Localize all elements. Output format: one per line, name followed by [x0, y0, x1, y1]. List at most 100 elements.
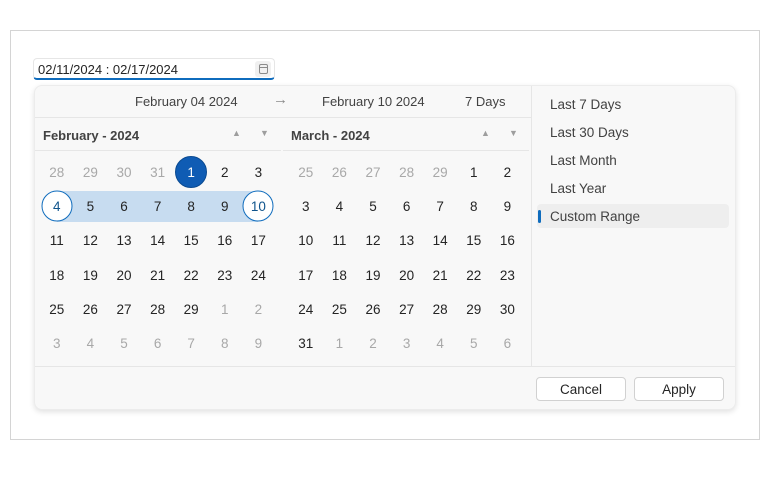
- day-cell[interactable]: 26: [323, 155, 357, 189]
- day-cell[interactable]: 17: [242, 224, 276, 258]
- day-cell[interactable]: 28: [423, 292, 457, 326]
- day-cell[interactable]: 6: [141, 326, 175, 360]
- day-cell[interactable]: 28: [390, 155, 424, 189]
- day-cell[interactable]: 12: [74, 224, 108, 258]
- day-cell[interactable]: 1: [323, 326, 357, 360]
- day-cell[interactable]: 1: [208, 292, 242, 326]
- day-cell[interactable]: 26: [74, 292, 108, 326]
- day-cell[interactable]: 29: [423, 155, 457, 189]
- day-cell[interactable]: 19: [356, 258, 390, 292]
- day-cell[interactable]: 4: [323, 189, 357, 223]
- day-cell[interactable]: 13: [107, 224, 141, 258]
- day-cell[interactable]: 3: [40, 326, 74, 360]
- day-number: 27: [399, 301, 415, 317]
- day-cell[interactable]: 6: [107, 189, 141, 223]
- day-cell[interactable]: 10: [289, 224, 323, 258]
- day-cell[interactable]: 3: [390, 326, 424, 360]
- day-cell[interactable]: 6: [491, 326, 525, 360]
- preset-item-custom-range[interactable]: Custom Range: [537, 204, 729, 228]
- day-cell[interactable]: 1: [457, 155, 491, 189]
- day-cell[interactable]: 2: [242, 292, 276, 326]
- preset-item-last-month[interactable]: Last Month: [537, 148, 729, 172]
- day-cell[interactable]: 14: [141, 224, 175, 258]
- day-cell[interactable]: 7: [423, 189, 457, 223]
- today-day[interactable]: 1: [174, 155, 208, 189]
- day-cell[interactable]: 8: [457, 189, 491, 223]
- day-cell[interactable]: 30: [491, 292, 525, 326]
- day-cell[interactable]: 29: [174, 292, 208, 326]
- day-cell[interactable]: 4: [74, 326, 108, 360]
- day-cell[interactable]: 3: [242, 155, 276, 189]
- day-cell[interactable]: 11: [323, 224, 357, 258]
- date-range-value[interactable]: 02/11/2024 : 02/17/2024: [38, 62, 178, 77]
- previous-month-icon[interactable]: ▲: [232, 128, 241, 138]
- day-cell[interactable]: 22: [174, 258, 208, 292]
- day-cell[interactable]: 23: [208, 258, 242, 292]
- day-cell[interactable]: 25: [289, 155, 323, 189]
- day-cell[interactable]: 5: [73, 189, 108, 223]
- day-cell[interactable]: 20: [107, 258, 141, 292]
- day-cell[interactable]: 18: [323, 258, 357, 292]
- day-cell[interactable]: 21: [423, 258, 457, 292]
- day-cell[interactable]: 27: [356, 155, 390, 189]
- day-cell[interactable]: 2: [208, 155, 242, 189]
- day-cell[interactable]: 28: [40, 155, 74, 189]
- preset-item-last-year[interactable]: Last Year: [537, 176, 729, 200]
- day-number: 1: [335, 336, 344, 352]
- previous-month-icon[interactable]: ▲: [481, 128, 490, 138]
- day-cell[interactable]: 11: [40, 224, 74, 258]
- day-cell[interactable]: 2: [356, 326, 390, 360]
- day-cell[interactable]: 7: [174, 326, 208, 360]
- day-cell[interactable]: 20: [390, 258, 424, 292]
- calendar-toggle-button[interactable]: [255, 61, 271, 77]
- preset-item-last-30-days[interactable]: Last 30 Days: [537, 120, 729, 144]
- day-cell[interactable]: 31: [141, 155, 175, 189]
- day-cell[interactable]: 24: [289, 292, 323, 326]
- day-cell[interactable]: 16: [208, 224, 242, 258]
- day-cell[interactable]: 7: [140, 189, 175, 223]
- day-cell[interactable]: 18: [40, 258, 74, 292]
- day-cell[interactable]: 26: [356, 292, 390, 326]
- day-cell[interactable]: 8: [174, 189, 208, 223]
- day-cell[interactable]: 9: [491, 189, 525, 223]
- day-cell[interactable]: 9: [207, 189, 242, 223]
- day-cell[interactable]: 22: [457, 258, 491, 292]
- day-cell[interactable]: 27: [107, 292, 141, 326]
- day-cell[interactable]: 15: [457, 224, 491, 258]
- day-cell[interactable]: 28: [141, 292, 175, 326]
- day-cell[interactable]: 6: [390, 189, 424, 223]
- apply-button[interactable]: Apply: [634, 377, 724, 401]
- date-range-input[interactable]: 02/11/2024 : 02/17/2024: [33, 58, 275, 80]
- next-month-icon[interactable]: ▼: [509, 128, 518, 138]
- day-cell[interactable]: 8: [208, 326, 242, 360]
- range-end-day[interactable]: 10: [241, 189, 276, 223]
- day-cell[interactable]: 5: [107, 326, 141, 360]
- day-cell[interactable]: 5: [457, 326, 491, 360]
- day-cell[interactable]: 4: [423, 326, 457, 360]
- day-cell[interactable]: 16: [491, 224, 525, 258]
- day-cell[interactable]: 9: [242, 326, 276, 360]
- day-cell[interactable]: 24: [242, 258, 276, 292]
- day-cell[interactable]: 21: [141, 258, 175, 292]
- range-start-day[interactable]: 4: [40, 189, 74, 223]
- day-cell[interactable]: 14: [423, 224, 457, 258]
- day-cell[interactable]: 25: [323, 292, 357, 326]
- day-cell[interactable]: 27: [390, 292, 424, 326]
- next-month-icon[interactable]: ▼: [260, 128, 269, 138]
- day-cell[interactable]: 15: [174, 224, 208, 258]
- day-cell[interactable]: 25: [40, 292, 74, 326]
- day-cell[interactable]: 13: [390, 224, 424, 258]
- day-cell[interactable]: 5: [356, 189, 390, 223]
- day-cell[interactable]: 12: [356, 224, 390, 258]
- day-cell[interactable]: 3: [289, 189, 323, 223]
- day-cell[interactable]: 17: [289, 258, 323, 292]
- day-cell[interactable]: 29: [74, 155, 108, 189]
- cancel-button[interactable]: Cancel: [536, 377, 626, 401]
- day-cell[interactable]: 30: [107, 155, 141, 189]
- day-cell[interactable]: 19: [74, 258, 108, 292]
- day-cell[interactable]: 2: [491, 155, 525, 189]
- day-cell[interactable]: 31: [289, 326, 323, 360]
- preset-item-last-7-days[interactable]: Last 7 Days: [537, 92, 729, 116]
- day-cell[interactable]: 29: [457, 292, 491, 326]
- day-cell[interactable]: 23: [491, 258, 525, 292]
